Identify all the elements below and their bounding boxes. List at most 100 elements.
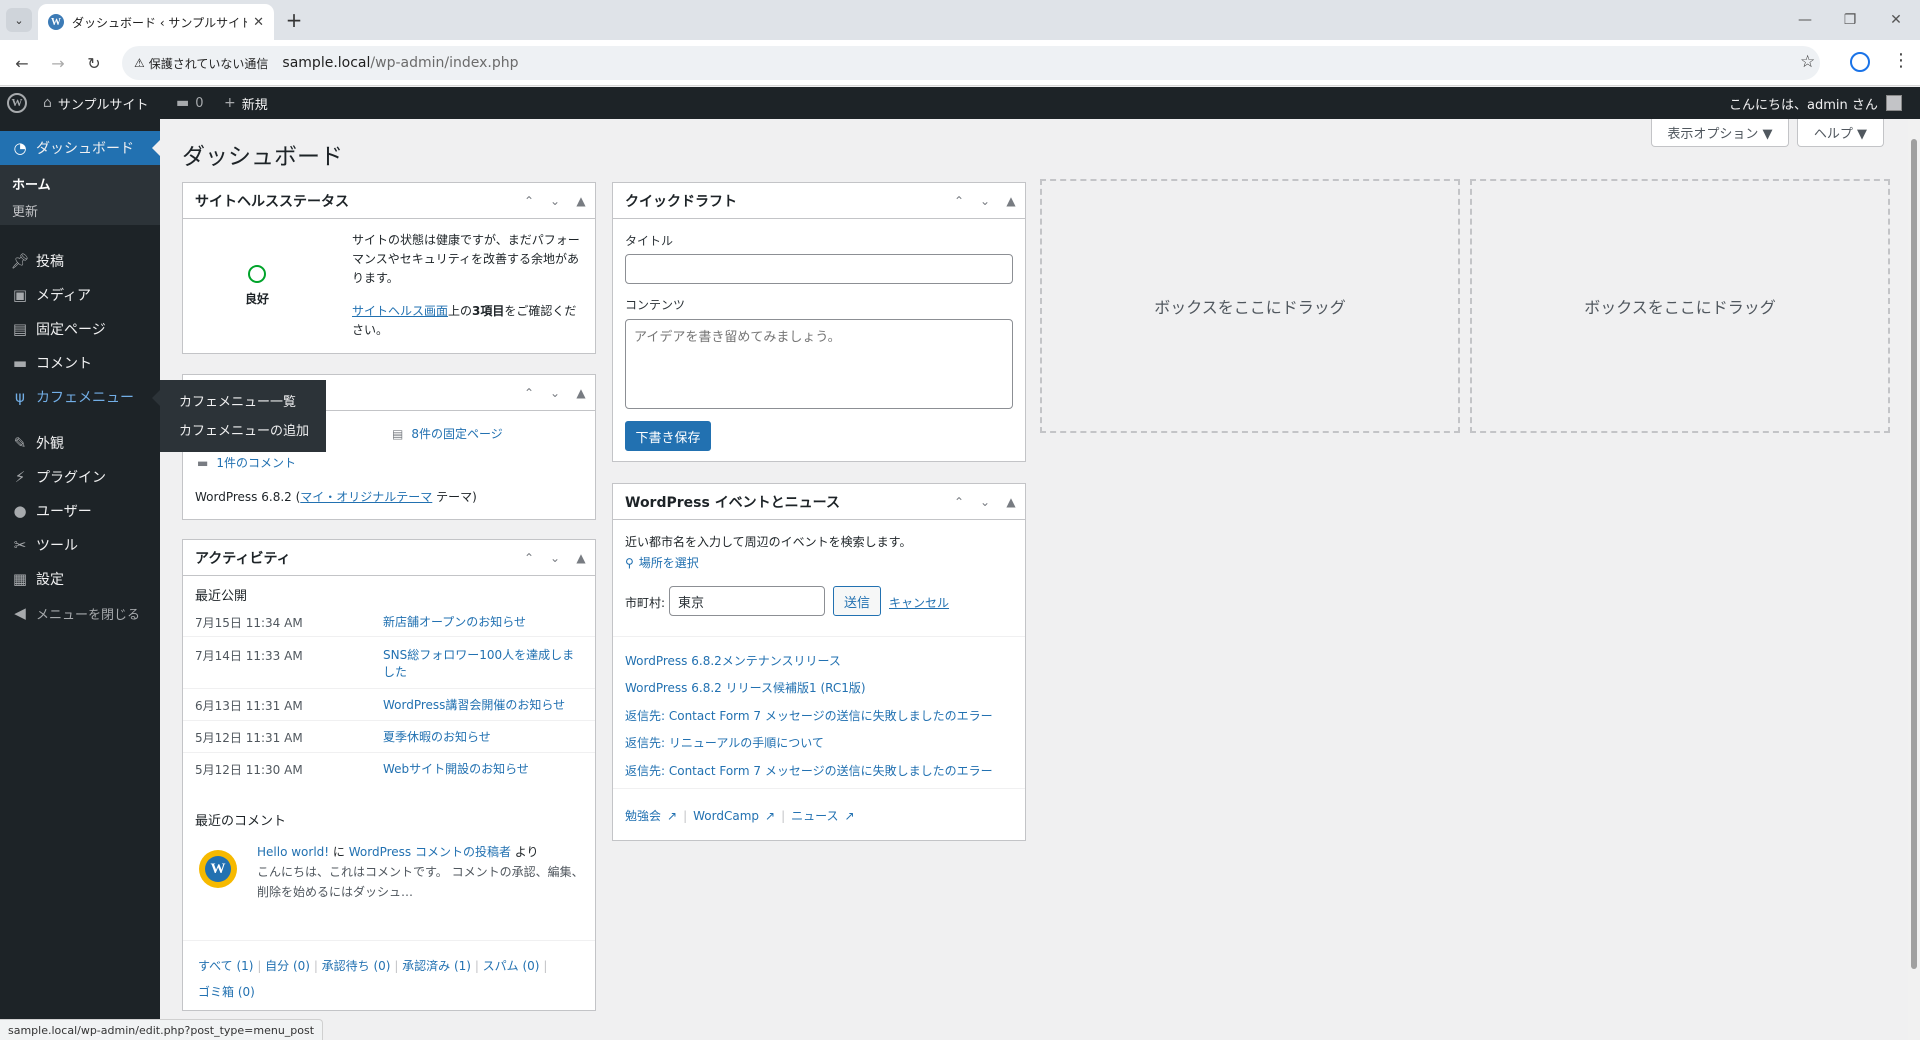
- news-external-link[interactable]: ニュース: [791, 807, 838, 824]
- submenu-updates[interactable]: 更新: [12, 201, 38, 220]
- new-content-link[interactable]: + 新規: [224, 87, 268, 119]
- site-name-link[interactable]: ⌂ サンプルサイト: [43, 87, 149, 119]
- cancel-city-link[interactable]: キャンセル: [889, 594, 949, 611]
- filter-mine[interactable]: 自分 (0): [265, 959, 310, 973]
- move-down-icon[interactable]: ⌄: [547, 194, 563, 208]
- address-bar[interactable]: ⚠ 保護されていない通信 sample.local/wp-admin/index.…: [122, 46, 1820, 80]
- health-action-text: サイトヘルス画面上の3項目をご確認ください。: [352, 302, 582, 340]
- flyout-item-add[interactable]: カフェメニューの追加: [179, 420, 309, 439]
- profile-icon[interactable]: [1850, 52, 1870, 72]
- security-indicator[interactable]: ⚠ 保護されていない通信: [134, 55, 268, 72]
- bookmark-star-icon[interactable]: ☆: [1800, 52, 1815, 72]
- external-link-icon: ↗: [765, 808, 776, 823]
- comment-author-link[interactable]: WordPress コメントの投稿者: [349, 845, 511, 859]
- toggle-panel-icon[interactable]: ▲: [573, 386, 589, 400]
- drop-zone-column-4[interactable]: ボックスをここにドラッグ: [1470, 179, 1890, 433]
- toggle-panel-icon[interactable]: ▲: [1003, 495, 1019, 509]
- filter-approved[interactable]: 承認済み (1): [402, 959, 471, 973]
- filter-pending[interactable]: 承認待ち (0): [322, 959, 391, 973]
- forward-button[interactable]: →: [46, 51, 70, 75]
- media-icon: ▣: [12, 286, 28, 304]
- pages-count-link[interactable]: ▤ 8件の固定ページ: [392, 425, 503, 442]
- browser-tab[interactable]: W ダッシュボード ‹ サンプルサイト — W ✕: [38, 4, 274, 40]
- close-tab-icon[interactable]: ✕: [253, 15, 264, 30]
- activity-post-link[interactable]: 新店舗オープンのお知らせ: [383, 614, 583, 631]
- draft-content-textarea[interactable]: [625, 319, 1013, 409]
- widget-controls: ⌃ ⌄ ▲: [521, 540, 589, 576]
- sidebar-item-appearance[interactable]: ✎ 外観: [0, 426, 160, 460]
- browser-menu-icon[interactable]: ⋮: [1892, 50, 1910, 71]
- wp-logo-menu[interactable]: W: [7, 87, 27, 119]
- sidebar-item-settings[interactable]: ▦ 設定: [0, 562, 160, 596]
- move-up-icon[interactable]: ⌃: [951, 194, 967, 208]
- screen-options-button[interactable]: 表示オプション ▼: [1651, 119, 1789, 147]
- help-button[interactable]: ヘルプ ▼: [1797, 119, 1884, 147]
- meetups-link[interactable]: 勉強会: [625, 807, 661, 824]
- comments-link[interactable]: ▬ 0: [176, 87, 204, 119]
- sidebar-item-tools[interactable]: ✂ ツール: [0, 528, 160, 562]
- filter-spam[interactable]: スパム (0): [483, 959, 540, 973]
- draft-title-input[interactable]: [625, 254, 1013, 284]
- activity-post-link[interactable]: Webサイト開設のお知らせ: [383, 761, 583, 778]
- save-draft-button[interactable]: 下書き保存: [625, 421, 711, 451]
- theme-link[interactable]: マイ・オリジナルテーマ: [300, 490, 432, 504]
- sidebar-item-posts[interactable]: 📌︎ 投稿: [0, 244, 160, 278]
- city-input[interactable]: [669, 586, 825, 616]
- news-link[interactable]: WordPress 6.8.2メンテナンスリリース: [625, 652, 841, 669]
- chevron-down-icon: ⌄: [14, 13, 24, 27]
- restore-button[interactable]: ❐: [1838, 8, 1862, 32]
- new-tab-button[interactable]: +: [282, 8, 306, 32]
- reload-button[interactable]: ↻: [82, 51, 106, 75]
- back-button[interactable]: ←: [10, 51, 34, 75]
- sidebar-item-comments[interactable]: ▬ コメント: [0, 346, 160, 380]
- my-account-link[interactable]: こんにちは、admin さん: [1729, 87, 1902, 119]
- move-down-icon[interactable]: ⌄: [977, 194, 993, 208]
- close-window-button[interactable]: ✕: [1884, 8, 1908, 32]
- move-up-icon[interactable]: ⌃: [521, 551, 537, 565]
- activity-widget: アクティビティ ⌃ ⌄ ▲ 最近公開 7月15日 11:34 AM 新店舗オープンのお…: [182, 539, 596, 1011]
- comment-excerpt: こんにちは、これはコメントです。 コメントの承認、編集、削除を始めるにはダッシュ…: [257, 865, 584, 899]
- drop-zone-column-3[interactable]: ボックスをここにドラッグ: [1040, 179, 1460, 433]
- page-scrollbar[interactable]: [1908, 119, 1920, 1040]
- move-up-icon[interactable]: ⌃: [521, 194, 537, 208]
- toggle-panel-icon[interactable]: ▲: [573, 551, 589, 565]
- comment-item: Hello world! に WordPress コメントの投稿者 より こんに…: [257, 842, 587, 902]
- filter-trash[interactable]: ゴミ箱 (0): [198, 985, 255, 999]
- minimize-button[interactable]: —: [1793, 8, 1817, 32]
- sidebar-item-cafe-menu[interactable]: ψ カフェメニュー: [0, 380, 160, 414]
- move-down-icon[interactable]: ⌄: [547, 386, 563, 400]
- move-down-icon[interactable]: ⌄: [547, 551, 563, 565]
- sidebar-item-label: 外観: [36, 436, 64, 452]
- scrollbar-thumb[interactable]: [1911, 139, 1917, 969]
- sidebar-item-plugins[interactable]: ⚡ プラグイン: [0, 460, 160, 494]
- sidebar-item-users[interactable]: ● ユーザー: [0, 494, 160, 528]
- news-link[interactable]: 返信先: Contact Form 7 メッセージの送信に失敗しましたのエラー: [625, 762, 993, 779]
- move-down-icon[interactable]: ⌄: [977, 495, 993, 509]
- activity-post-link[interactable]: 夏季休暇のお知らせ: [383, 729, 583, 746]
- site-health-link[interactable]: サイトヘルス画面: [352, 304, 448, 318]
- activity-post-link[interactable]: SNS総フォロワー100人を達成しました: [383, 647, 583, 681]
- news-link[interactable]: WordPress 6.8.2 リリース候補版1 (RC1版): [625, 679, 866, 696]
- comment-post-link[interactable]: Hello world!: [257, 845, 329, 859]
- activity-post-link[interactable]: WordPress講習会開催のお知らせ: [383, 697, 583, 714]
- tab-list-button[interactable]: ⌄: [6, 8, 32, 32]
- news-link[interactable]: 返信先: Contact Form 7 メッセージの送信に失敗しましたのエラー: [625, 707, 993, 724]
- select-location-link[interactable]: ⚲ 場所を選択: [625, 554, 699, 571]
- sidebar-item-media[interactable]: ▣ メディア: [0, 278, 160, 312]
- filter-all[interactable]: すべて (1): [198, 959, 254, 973]
- sidebar-item-pages[interactable]: ▤ 固定ページ: [0, 312, 160, 346]
- collapse-menu-button[interactable]: ◀ メニューを閉じる: [0, 596, 160, 630]
- cafe-menu-flyout: カフェメニュー一覧 カフェメニューの追加: [152, 380, 326, 452]
- toggle-panel-icon[interactable]: ▲: [573, 194, 589, 208]
- comments-count-link[interactable]: ▬ 1件のコメント: [197, 454, 296, 471]
- move-up-icon[interactable]: ⌃: [521, 386, 537, 400]
- sidebar-item-dashboard[interactable]: ◔ ダッシュボード: [0, 131, 160, 165]
- wordcamp-link[interactable]: WordCamp: [693, 809, 759, 823]
- submit-city-button[interactable]: 送信: [833, 586, 881, 616]
- move-up-icon[interactable]: ⌃: [951, 495, 967, 509]
- toggle-panel-icon[interactable]: ▲: [1003, 194, 1019, 208]
- flyout-item-list[interactable]: カフェメニュー一覧: [179, 391, 296, 410]
- submenu-home[interactable]: ホーム: [12, 174, 51, 193]
- news-link[interactable]: 返信先: リニューアルの手順について: [625, 734, 824, 751]
- widget-controls: ⌃ ⌄ ▲: [951, 484, 1019, 520]
